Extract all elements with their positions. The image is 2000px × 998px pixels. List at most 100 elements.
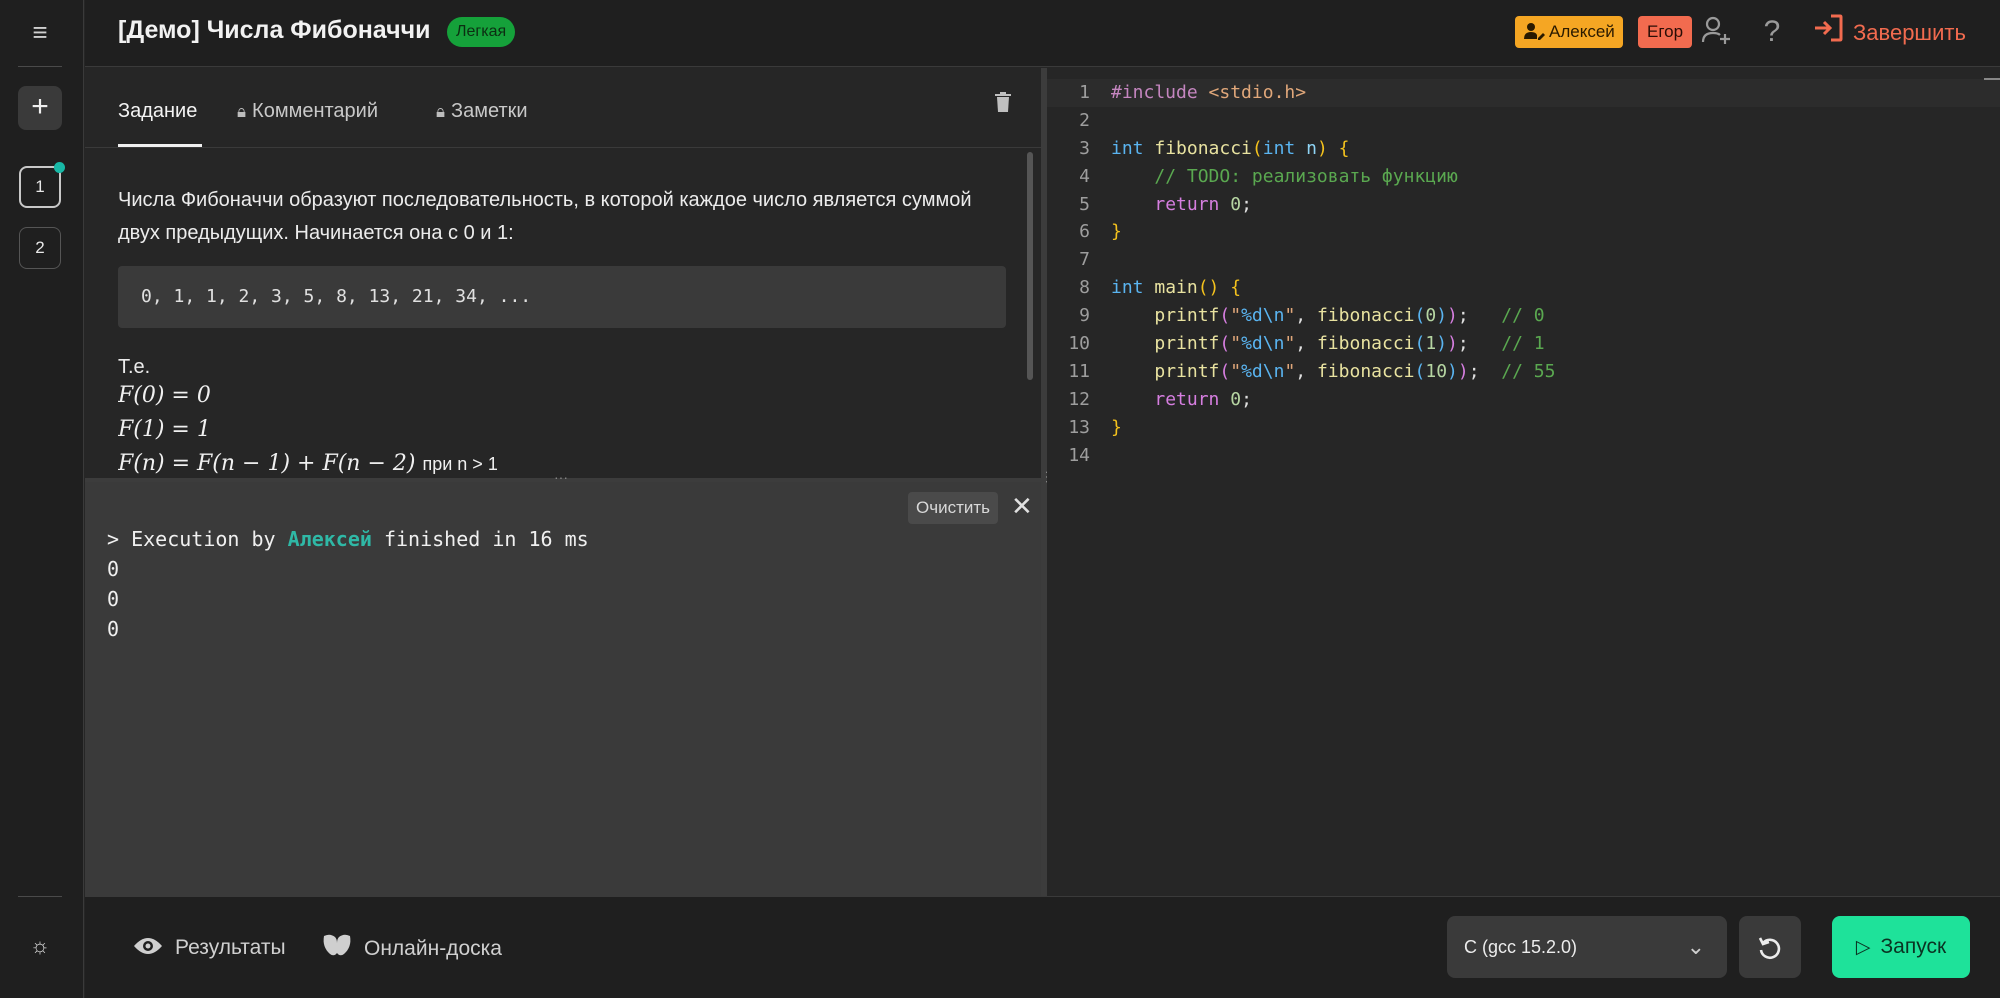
line-number: 6 — [1079, 221, 1090, 243]
page-title: [Демо] Числа Фибоначчи — [118, 16, 431, 44]
formula-fn-expr: F(n) = F(n − 1) + F(n − 2) — [118, 451, 416, 476]
app-root: ≡ + 1 2 ☼ [Демо] Числа Фибоначчи Легкая … — [0, 0, 2000, 998]
line-number: 2 — [1079, 109, 1090, 131]
whiteboard-button[interactable]: Онлайн-доска — [322, 933, 502, 963]
code-line: 10 printf("%d\n", fibonacci(1)); // 1 — [1047, 330, 2000, 358]
exit-icon — [1813, 14, 1843, 51]
task-1-button[interactable]: 1 — [19, 162, 65, 208]
tab-task[interactable]: Задание — [118, 96, 197, 126]
description-paragraph: Числа Фибоначчи образуют последовательно… — [118, 189, 972, 244]
exec-prefix: > Execution by — [107, 527, 288, 551]
whiteboard-label: Онлайн-доска — [364, 937, 502, 960]
eye-icon — [133, 934, 163, 964]
clear-console-button[interactable]: Очистить — [908, 492, 999, 524]
exec-user: Алексей — [287, 527, 372, 551]
lock-icon: 🔒︎ — [436, 102, 446, 121]
exec-suffix: finished in 16 ms — [371, 527, 589, 551]
rail-divider-bottom — [18, 896, 62, 897]
results-label: Результаты — [175, 936, 286, 959]
user-edit-icon — [1524, 23, 1545, 40]
description-scrollbar[interactable] — [1027, 152, 1033, 380]
participant-badge-alexey: Алексей — [1515, 16, 1623, 48]
run-button[interactable]: ▷ Запуск — [1832, 916, 1970, 978]
console-output-line: 0 — [107, 557, 120, 581]
reset-icon — [1757, 931, 1783, 962]
participant-badge-egor: Егор — [1638, 16, 1693, 48]
tab-notes[interactable]: 🔒︎ Заметки — [436, 96, 528, 126]
chevron-down-icon: ⌄ — [1686, 934, 1705, 959]
code-lines: 1 #include <stdio.h> 2 3 int fibonacci(int… — [1047, 79, 2000, 469]
participant-name-alexey: Алексей — [1549, 22, 1615, 41]
code-line: 7 — [1047, 246, 2000, 274]
play-icon: ▷ — [1855, 937, 1871, 958]
line-number: 7 — [1079, 249, 1090, 271]
code-line: 9 printf("%d\n", fibonacci(0)); // 0 — [1047, 302, 2000, 330]
help-icon[interactable]: ? — [1755, 14, 1789, 50]
line-number: 10 — [1068, 333, 1090, 355]
code-line: 1 #include <stdio.h> — [1047, 79, 2000, 107]
console-output-line: 0 — [107, 617, 120, 641]
tab-comment[interactable]: 🔒︎ Комментарий — [237, 96, 378, 126]
code-line: 14 — [1047, 442, 2000, 470]
line-number: 3 — [1079, 137, 1090, 159]
close-console-icon[interactable]: ✕ — [1011, 490, 1033, 522]
task-active-dot — [54, 162, 65, 173]
tab-notes-label: Заметки — [451, 100, 528, 122]
active-tab-underline — [118, 144, 202, 147]
task-2-label: 2 — [35, 238, 45, 257]
console-output: > Execution by Алексей finished in 16 ms… — [107, 524, 589, 644]
run-label: Запуск — [1880, 935, 1947, 958]
rail-divider — [18, 66, 62, 67]
whiteboard-icon — [322, 933, 352, 965]
code-line: 6} — [1047, 218, 2000, 246]
finish-button[interactable]: Завершить — [1813, 14, 1966, 50]
header: [Демо] Числа Фибоначчи Легкая Алексей Ег… — [85, 0, 2000, 67]
code-line: 8 int main() { — [1047, 274, 2000, 302]
task-1-label: 1 — [35, 177, 45, 196]
code-line: 13} — [1047, 414, 2000, 442]
lock-icon: 🔒︎ — [237, 102, 247, 121]
task-tabs: Задание 🔒︎ Комментарий 🔒︎ Заметки — [85, 68, 1041, 148]
line-number: 11 — [1068, 360, 1090, 382]
reset-code-button[interactable] — [1739, 916, 1801, 978]
console-output-line: 0 — [107, 587, 120, 611]
editor-minimap-indicator — [1984, 78, 2000, 80]
difficulty-badge: Легкая — [447, 17, 516, 47]
code-line: 11 printf("%d\n", fibonacci(10)); // 55 — [1047, 358, 2000, 386]
formula-fn-cond: при n > 1 — [422, 454, 498, 474]
code-line: 5 return 0; — [1047, 191, 2000, 219]
line-number: 12 — [1068, 388, 1090, 410]
code-line: 2 — [1047, 107, 2000, 135]
line-number: 8 — [1079, 277, 1090, 299]
tab-comment-label: Комментарий — [252, 100, 379, 122]
trash-icon[interactable] — [995, 92, 1011, 118]
sequence-code-block: 0, 1, 1, 2, 3, 5, 8, 13, 21, 34, ... — [118, 266, 1006, 328]
line-number: 1 — [1079, 82, 1090, 103]
console-panel: Очистить ✕ > Execution by Алексей finish… — [85, 482, 1041, 896]
results-button[interactable]: Результаты — [133, 933, 286, 963]
task-2-button[interactable]: 2 — [19, 227, 61, 269]
code-editor[interactable]: 1 #include <stdio.h> 2 3 int fibonacci(int… — [1047, 68, 2000, 896]
console-exec-line: > Execution by Алексей finished in 16 ms — [107, 524, 589, 554]
line-number: 9 — [1079, 305, 1090, 327]
formula-f0: F(0) = 0 — [118, 383, 211, 408]
code-line: 4 // TODO: реализовать функцию — [1047, 163, 2000, 191]
add-task-button[interactable]: + — [18, 86, 62, 130]
language-select[interactable]: C (gcc 15.2.0) ⌄ — [1447, 916, 1727, 978]
user-plus-icon — [1701, 16, 1730, 44]
footer-toolbar: Результаты Онлайн-доска C (gcc 15.2.0) ⌄… — [85, 896, 2000, 998]
hamburger-menu-icon[interactable]: ≡ — [28, 19, 52, 45]
code-line: 3 int fibonacci(int n) { — [1047, 135, 2000, 163]
add-participant-icon[interactable] — [1699, 14, 1733, 50]
finish-label: Завершить — [1853, 20, 1966, 45]
description-te: Т.е. — [118, 356, 151, 378]
line-number: 14 — [1068, 444, 1090, 466]
language-value: C (gcc 15.2.0) — [1464, 937, 1578, 957]
line-number: 13 — [1068, 416, 1090, 438]
formula-f1: F(1) = 1 — [118, 417, 211, 442]
code-line: 12 return 0; — [1047, 386, 2000, 414]
line-number: 4 — [1079, 165, 1090, 187]
line-number: 5 — [1079, 193, 1090, 215]
theme-toggle-sun-icon[interactable]: ☼ — [27, 933, 53, 959]
left-rail: ≡ + 1 2 ☼ — [0, 0, 84, 998]
